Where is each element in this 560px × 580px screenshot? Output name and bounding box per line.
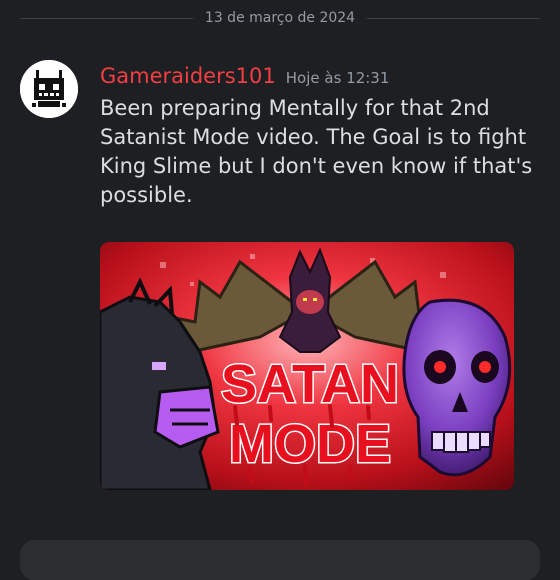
message-composer[interactable] [20,540,540,580]
attachment-artwork: SATAN MODE [100,242,514,490]
attachment-title-line1: SATAN [221,354,399,414]
message-header: Gameraiders101 Hoje às 12:31 [100,64,389,88]
robot-avatar-icon [20,60,78,118]
user-avatar[interactable] [20,60,78,118]
attachment-title-line2: MODE [229,414,391,474]
divider-line-left [20,17,193,19]
image-attachment[interactable]: SATAN MODE [100,242,514,490]
date-divider: 13 de março de 2024 [0,4,560,32]
divider-date: 13 de março de 2024 [204,10,356,26]
message-text: Been preparing Mentally for that 2nd Sat… [100,96,533,207]
divider-line-right [367,17,541,19]
attachment-title-overlay: SATAN MODE [220,353,400,486]
username[interactable]: Gameraiders101 [100,64,276,88]
message-timestamp: Hoje às 12:31 [285,69,390,87]
